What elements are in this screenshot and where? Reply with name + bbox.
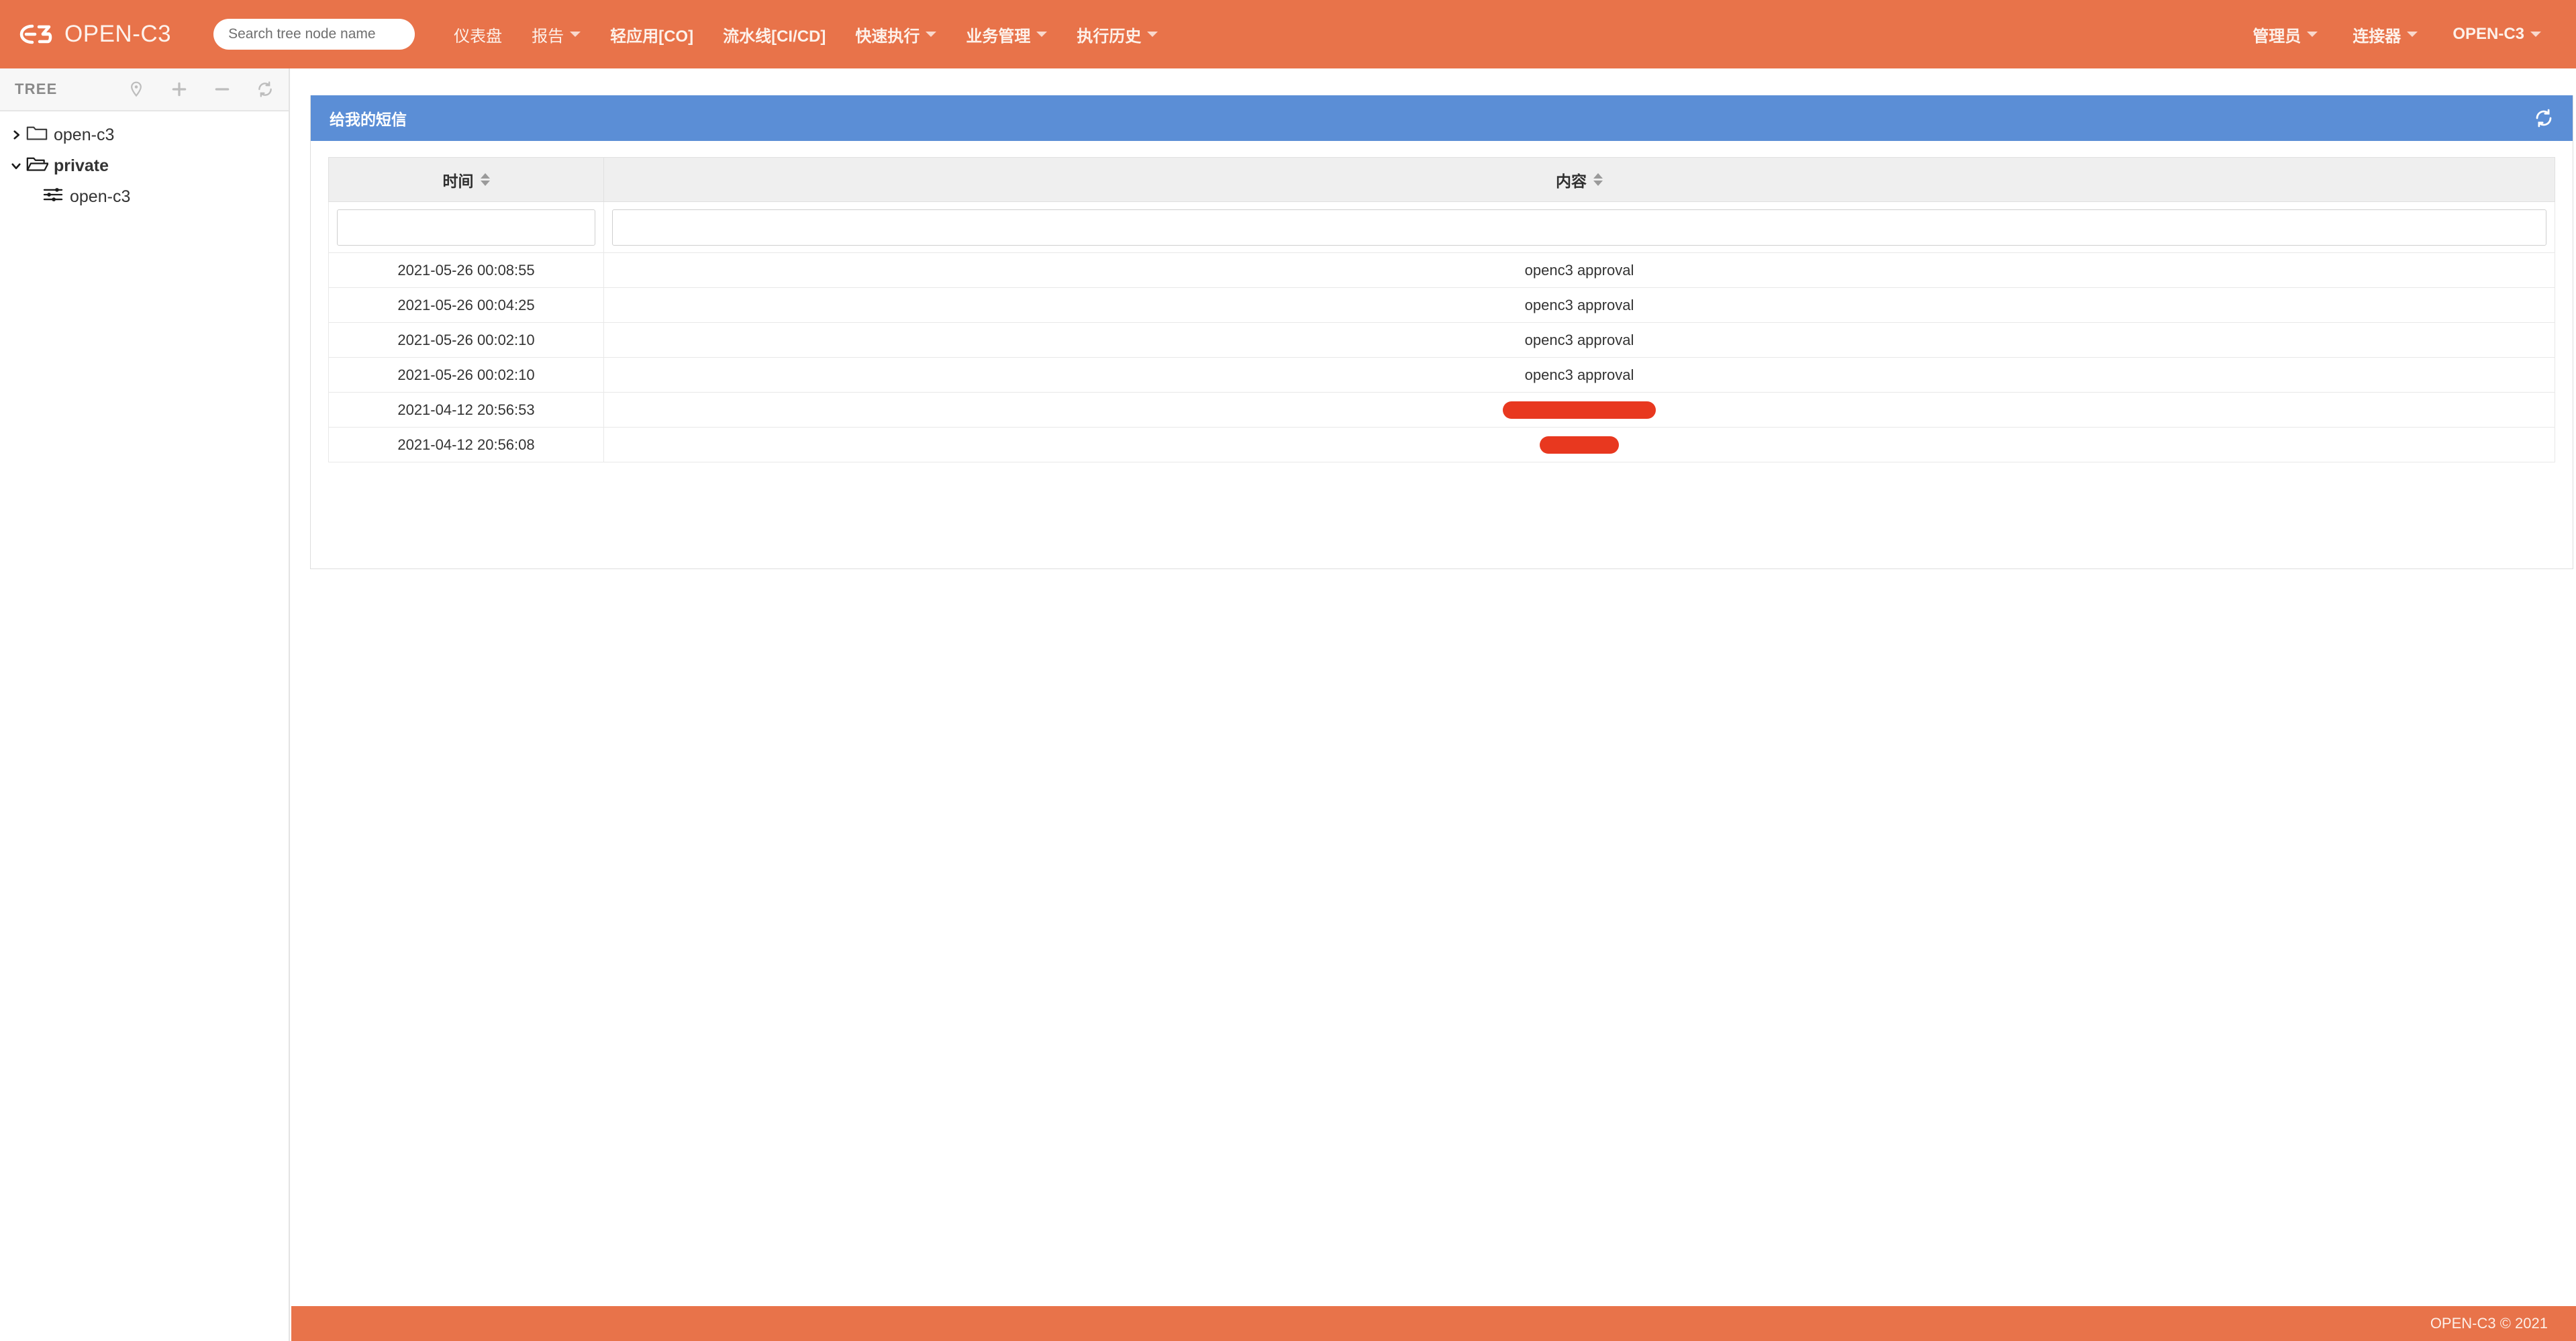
locate-icon[interactable] [128,81,145,98]
table-row[interactable]: 2021-05-26 00:08:55 openc3 approval [328,252,2555,288]
nav-item-pipeline[interactable]: 流水线[CI/CD] [708,0,840,68]
redacted-content-bar [1503,401,1656,419]
column-header-time[interactable]: 时间 [328,157,604,202]
nav-item-user-menu[interactable]: OPEN-C3 [2435,0,2559,68]
nav-label: 执行历史 [1077,27,1142,46]
brand-logo-group[interactable]: OPEN-C3 [17,0,171,68]
chevron-down-icon [1036,32,1048,37]
chevron-down-icon [2407,32,2418,37]
nav-label: 报告 [532,27,564,46]
nav-item-light-app[interactable]: 轻应用[CO] [595,0,708,68]
cell-time: 2021-04-12 20:56:53 [328,392,604,428]
tree-node-label: private [54,156,109,175]
nav-item-connector[interactable]: 连接器 [2335,0,2435,68]
panel-body: 时间 内容 2021-05-26 00:08:55 openc3 approva… [311,141,2573,462]
tree-node-private[interactable]: private [0,150,289,181]
brand-title: OPEN-C3 [64,21,172,47]
nav-label: OPEN-C3 [2453,25,2524,43]
redacted-content-bar [1540,436,1619,454]
cell-time: 2021-05-26 00:02:10 [328,322,604,358]
sidebar: TREE open-c3 private open-c3 [0,68,290,1341]
remove-icon[interactable] [213,81,231,98]
footer-copyright: OPEN-C3 © 2021 [2430,1315,2548,1332]
tree-node-label: open-c3 [54,125,115,144]
tree-node-open-c3-child[interactable]: open-c3 [0,181,289,212]
top-navbar: OPEN-C3 仪表盘 报告 轻应用[CO] 流水线[CI/CD] 快速执行 业… [0,0,2576,68]
column-label: 时间 [442,172,474,190]
column-header-content[interactable]: 内容 [603,157,2555,202]
nav-label: 快速执行 [855,27,920,46]
tree-toolbar [128,81,274,98]
add-icon[interactable] [170,81,188,98]
tree-list: open-c3 private open-c3 [0,111,289,212]
messages-table: 时间 内容 2021-05-26 00:08:55 openc3 approva… [328,157,2555,462]
folder-closed-icon [26,124,52,146]
nav-label: 流水线[CI/CD] [723,27,826,46]
tree-header: TREE [0,68,289,111]
nav-label: 业务管理 [966,27,1031,46]
search-box[interactable] [213,19,415,50]
table-row[interactable]: 2021-05-26 00:04:25 openc3 approval [328,287,2555,323]
table-filter-row [328,201,2555,253]
c3-logo-icon [17,21,55,48]
chevron-down-icon [2530,32,2541,37]
nav-item-admin[interactable]: 管理员 [2235,0,2335,68]
nav-item-report[interactable]: 报告 [517,0,595,68]
messages-panel: 给我的短信 时间 内容 2021-05-26 00:08:55 openc3 a… [310,95,2573,569]
nav-right-group: 管理员 连接器 OPEN-C3 [2235,0,2559,68]
tree-node-label: open-c3 [70,187,131,206]
cell-content: openc3 approval [603,287,2555,323]
table-body: 2021-05-26 00:08:55 openc3 approval 2021… [328,201,2555,462]
table-head: 时间 内容 [328,157,2555,202]
cell-time: 2021-04-12 20:56:08 [328,427,604,462]
cell-content: openc3 approval [603,252,2555,288]
nav-label: 管理员 [2252,27,2301,46]
nav-item-business-manage[interactable]: 业务管理 [951,0,1062,68]
sliders-icon [42,186,68,208]
nav-item-exec-history[interactable]: 执行历史 [1062,0,1173,68]
filter-input-content[interactable] [612,209,2546,246]
tree-node-open-c3-root[interactable]: open-c3 [0,119,289,150]
cell-time: 2021-05-26 00:04:25 [328,287,604,323]
cell-content: openc3 approval [603,322,2555,358]
table-row[interactable]: 2021-05-26 00:02:10 openc3 approval [328,357,2555,393]
footer: OPEN-C3 © 2021 [291,1306,2576,1341]
chevron-down-icon [1147,32,1158,37]
chevron-down-icon [570,32,581,37]
column-label: 内容 [1556,172,1587,190]
table-row[interactable]: 2021-05-26 00:02:10 openc3 approval [328,322,2555,358]
cell-content [603,427,2555,462]
cell-time: 2021-05-26 00:02:10 [328,357,604,393]
nav-label: 轻应用[CO] [610,27,694,46]
chevron-down-icon [926,32,937,37]
panel-title: 给我的短信 [330,111,407,128]
filter-cell-time [328,201,604,253]
panel-header: 给我的短信 [311,95,2573,141]
main-content: 给我的短信 时间 内容 2021-05-26 00:08:55 openc3 a… [291,68,2576,1341]
nav-item-dashboard[interactable]: 仪表盘 [439,0,517,68]
cell-content [603,392,2555,428]
filter-cell-content [603,201,2555,253]
sort-icon[interactable] [480,173,490,186]
search-input[interactable] [213,19,415,50]
refresh-icon[interactable] [2534,108,2554,128]
table-row[interactable]: 2021-04-12 20:56:53 [328,392,2555,428]
cell-time: 2021-05-26 00:08:55 [328,252,604,288]
sort-icon[interactable] [1593,173,1603,186]
chevron-right-icon[interactable] [7,129,26,141]
chevron-down-icon[interactable] [7,160,26,172]
table-row[interactable]: 2021-04-12 20:56:08 [328,427,2555,462]
nav-label: 连接器 [2352,27,2401,46]
table-header-row: 时间 内容 [328,157,2555,202]
chevron-down-icon [2307,32,2318,37]
refresh-icon[interactable] [256,81,274,98]
tree-title: TREE [15,81,58,97]
folder-open-icon [26,155,52,177]
nav-item-quick-exec[interactable]: 快速执行 [840,0,951,68]
filter-input-time[interactable] [337,209,595,246]
panel-header-tools [2534,108,2554,128]
cell-content: openc3 approval [603,357,2555,393]
main-nav: 仪表盘 报告 轻应用[CO] 流水线[CI/CD] 快速执行 业务管理 执行历史 [439,0,1173,68]
nav-label: 仪表盘 [454,27,503,46]
